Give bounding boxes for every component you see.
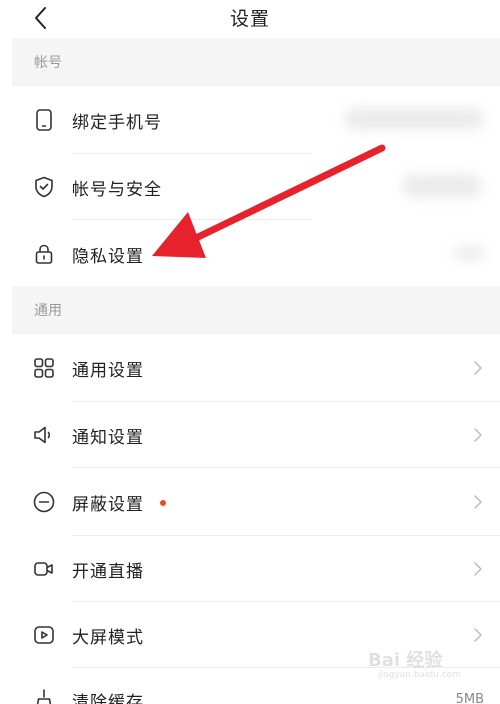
blurred-value [344,108,484,130]
top-bar: 设置 [0,0,500,36]
lock-icon [32,242,56,266]
row-bind-phone[interactable]: 绑定手机号 [12,86,500,154]
section-title: 帐号 [34,55,62,71]
cache-size-value: 5MB [455,692,484,704]
blurred-value [402,174,482,198]
row-label: 通用设置 [72,361,144,381]
row-label: 帐号与安全 [72,180,162,200]
row-notification-settings[interactable]: 通知设置 [12,402,500,468]
row-label: 绑定手机号 [72,113,162,133]
watermark: Bai 经验 jingyan.baidu.com [368,646,478,690]
phone-icon [32,108,56,132]
chevron-right-icon [474,428,482,442]
row-start-live[interactable]: 开通直播 [12,536,500,602]
row-label: 清除缓存 [72,693,144,704]
page-title: 设置 [229,8,270,30]
chevron-right-icon [474,628,482,642]
watermark-text: Bai 经验 [368,650,443,671]
watermark-subtext: jingyan.baidu.com [378,670,462,680]
row-label: 隐私设置 [72,247,144,267]
row-block-settings[interactable]: 屏蔽设置 [12,468,500,536]
row-general-settings[interactable]: 通用设置 [12,334,500,402]
row-label: 大屏模式 [72,628,144,648]
tv-play-icon [32,623,56,647]
row-label: 通知设置 [72,428,144,448]
section-header-account: 帐号 [12,38,500,86]
section-title: 通用 [34,303,62,319]
shield-check-icon [32,175,56,199]
row-account-security[interactable]: 帐号与安全 [12,154,500,220]
row-label: 开通直播 [72,562,144,582]
settings-page: 设置 帐号 绑定手机号 帐号与安全 隐私设置 通用 通用设置 通知设置 屏蔽设置… [0,0,500,704]
blurred-value [454,246,484,260]
chevron-right-icon [474,562,482,576]
row-label: 屏蔽设置 [72,495,144,515]
speaker-icon [32,423,56,447]
new-badge-dot [160,500,166,506]
section-header-general: 通用 [12,286,500,334]
chevron-right-icon [474,495,482,509]
row-privacy-settings[interactable]: 隐私设置 [12,220,500,286]
chevron-right-icon [474,361,482,375]
grid-icon [32,356,56,380]
broom-icon [32,688,56,704]
minus-circle-icon [32,490,56,514]
video-camera-icon [32,557,56,581]
